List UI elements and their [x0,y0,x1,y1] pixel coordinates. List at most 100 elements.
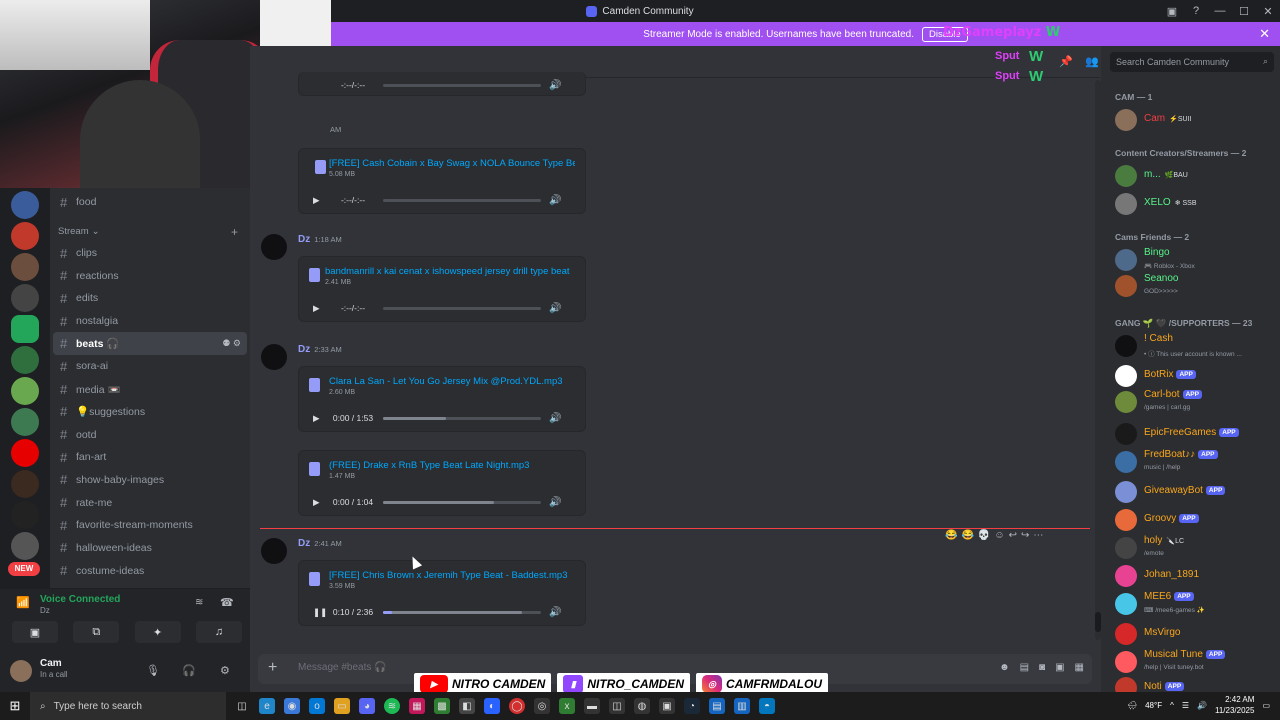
avatar[interactable] [1115,193,1137,215]
member-name[interactable]: Bingo [1144,247,1170,258]
app-icon[interactable]: ▦ [409,698,425,714]
avatar[interactable] [1115,165,1137,187]
app-icon[interactable]: ◧ [459,698,475,714]
member-item[interactable]: m... 🌿BAU [1115,164,1275,188]
task-view-icon[interactable]: ◫ [234,698,250,714]
file-name[interactable]: (FREE) Drake x RnB Type Beat Late Night.… [329,460,575,471]
app-icon[interactable]: ▬ [584,698,600,714]
member-name-text[interactable]: Johan_1891 [1144,569,1199,580]
pin-icon[interactable]: 📌 [1059,55,1073,68]
avatar[interactable] [10,660,32,682]
minimize-button[interactable]: — [1208,5,1232,17]
audio-progress[interactable] [383,83,541,87]
audio-progress[interactable] [383,610,541,614]
server-icon[interactable] [11,439,39,467]
steam-icon[interactable]: ◔ [684,698,700,714]
disconnect-icon[interactable]: ☎ [220,596,234,609]
notification-icon[interactable]: ▭ [1262,701,1270,710]
discord-icon[interactable]: ◕ [359,698,375,714]
taskbar-search[interactable]: ⌕ Type here to search [30,692,226,720]
avatar[interactable] [1115,509,1137,531]
channel-sora-ai[interactable]: # sora-ai [50,355,250,378]
channel-suggestions[interactable]: # 💡suggestions [50,401,250,424]
member-name-text[interactable]: Noti [1144,681,1162,692]
reaction-icon[interactable]: 😂 [961,530,973,541]
member-name[interactable]: Johan_1891 [1144,569,1199,580]
gif-icon[interactable]: ▤ [1020,662,1029,673]
play-icon[interactable]: ▶ [313,413,327,424]
member-name[interactable]: MEE6 APP [1144,591,1194,602]
signal-icon[interactable]: 📶 [16,596,30,609]
volume-icon[interactable]: 🔊 [549,303,561,314]
help-icon[interactable]: ? [1184,5,1208,17]
server-icon[interactable] [11,501,39,529]
member-name-text[interactable]: m... [1144,169,1161,180]
audio-progress[interactable] [383,500,541,504]
activity-icon[interactable]: ▦ [1075,662,1084,673]
server-icon[interactable] [11,532,39,560]
username[interactable]: Cam [40,658,62,669]
audio-progress[interactable] [383,416,541,420]
member-name-text[interactable]: XELO [1144,197,1171,208]
clock[interactable]: 2:42 AM 11/23/2025 [1215,694,1254,716]
server-icon[interactable] [11,222,39,250]
app-icon[interactable]: ◯ [509,698,525,714]
channel-food[interactable]: # food [50,191,250,214]
file-name[interactable]: [FREE] Chris Brown x Jeremih Type Beat -… [329,570,575,581]
member-name[interactable]: Musical Tune APP [1144,649,1226,660]
member-name[interactable]: GiveawayBot APP [1144,485,1226,496]
add-reaction-icon[interactable]: ☺ [994,530,1004,541]
app-icon[interactable]: ◓ [759,698,775,714]
member-name-text[interactable]: ! Cash [1144,333,1173,344]
server-icon[interactable] [11,377,39,405]
message-author[interactable]: Dz [298,538,310,549]
member-name[interactable]: FredBoat♪♪ APP [1144,449,1218,460]
activities-icon[interactable]: ✦ [134,621,181,643]
member-item[interactable]: GiveawayBot APP [1115,480,1275,504]
audio-progress[interactable] [383,306,541,310]
channel-ootd[interactable]: # ootd [50,423,250,446]
audio-progress[interactable] [383,198,541,202]
member-name-text[interactable]: Carl-bot [1144,389,1180,400]
play-icon[interactable]: ▶ [313,303,327,314]
obs-icon[interactable]: ◍ [634,698,650,714]
volume-icon[interactable]: 🔊 [1197,701,1207,710]
member-name-text[interactable]: FredBoat♪♪ [1144,449,1195,460]
volume-icon[interactable]: 🔊 [549,607,561,618]
member-item[interactable]: Johan_1891 [1115,564,1275,588]
reaction-icon[interactable]: 💀 [978,530,990,541]
windows-start-icon[interactable]: ⊞ [0,698,30,714]
reply-icon[interactable]: ↩ [1009,530,1017,541]
member-item[interactable]: Groovy APP [1115,508,1275,532]
member-name[interactable]: Seanoo [1144,273,1178,284]
forward-icon[interactable]: ↪ [1021,530,1029,541]
app-icon[interactable]: ▣ [659,698,675,714]
app-icon[interactable]: ◫ [609,698,625,714]
channel-beats[interactable]: # beats 🎧 ⚉ ⚙ [53,332,247,356]
excel-icon[interactable]: x [559,698,575,714]
member-name-text[interactable]: Musical Tune [1144,649,1203,660]
channel-show-baby-images[interactable]: # show-baby-images [50,469,250,492]
message-author[interactable]: Dz [298,344,310,355]
pause-icon[interactable]: ❚❚ [313,607,327,618]
member-name-text[interactable]: Cam [1144,113,1165,124]
member-name[interactable]: BotRix APP [1144,369,1196,380]
member-item[interactable]: ! Cash • ⓘ This user account is known ... [1115,333,1275,358]
member-name[interactable]: Carl-bot APP [1144,389,1202,400]
audio-attachment[interactable]: (FREE) Drake x RnB Type Beat Late Night.… [298,450,586,516]
weather-temp[interactable]: 48°F [1145,701,1162,710]
avatar[interactable] [1115,365,1137,387]
member-item[interactable]: FredBoat♪♪ APP music | /help [1115,449,1275,474]
more-icon[interactable]: ⋯ [1033,530,1043,541]
channel-settings-icons[interactable]: ⚉ ⚙ [222,338,241,349]
avatar[interactable] [1115,423,1137,445]
channel-rate-me[interactable]: # rate-me [50,491,250,514]
member-item[interactable]: BotRix APP [1115,364,1275,388]
play-icon[interactable]: ▶ [313,195,327,206]
member-name[interactable]: m... 🌿BAU [1144,169,1188,180]
channel-edits[interactable]: # edits [50,287,250,310]
member-name-text[interactable]: BotRix [1144,369,1173,380]
server-icon[interactable] [11,408,39,436]
volume-icon[interactable]: 🔊 [549,413,561,424]
avatar[interactable] [1115,651,1137,673]
